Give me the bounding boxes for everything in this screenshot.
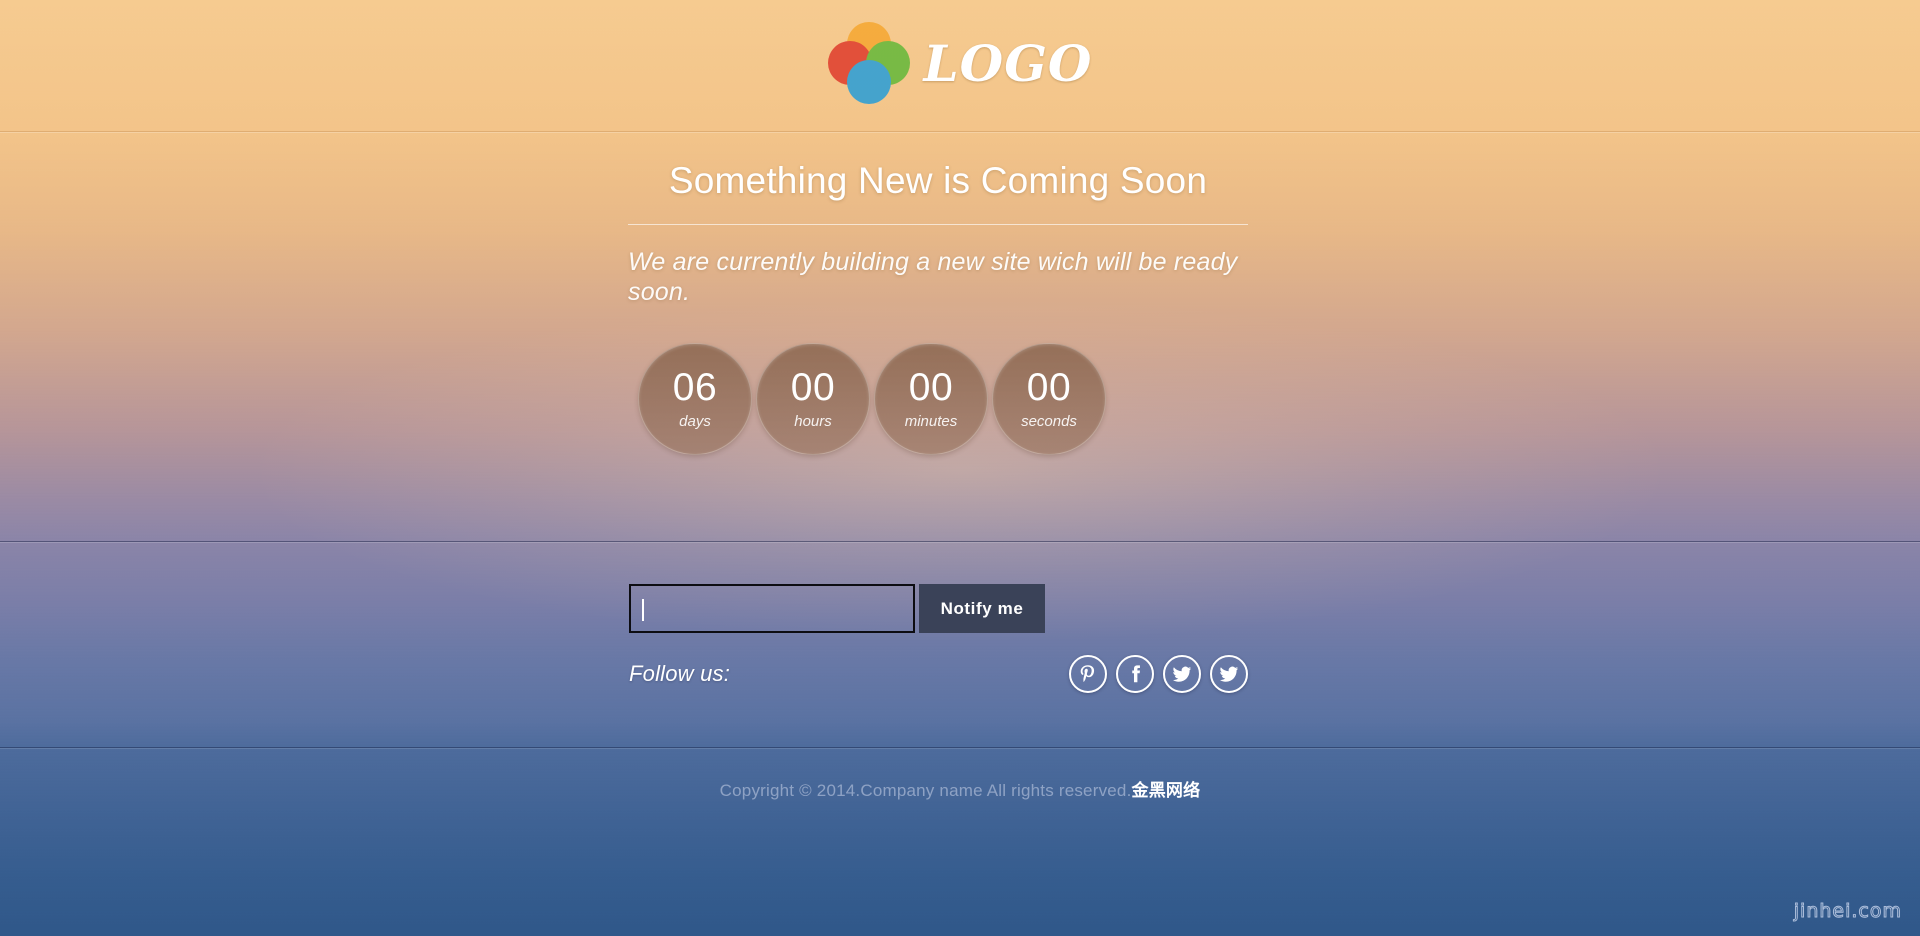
site-header: LOGO	[0, 0, 1920, 132]
facebook-icon	[1132, 665, 1140, 683]
logo[interactable]: LOGO	[827, 20, 1093, 108]
subscribe-section: Notify me Follow us:	[0, 542, 1920, 748]
notify-form: Notify me	[628, 584, 1248, 633]
twitter-icon	[1219, 666, 1239, 682]
copyright-label: Copyright © 2014.Company name All rights…	[719, 781, 1132, 800]
title-divider	[628, 224, 1248, 225]
page-subtitle: We are currently building a new site wic…	[628, 248, 1238, 306]
social-link-twitter[interactable]	[1163, 655, 1201, 693]
countdown-hours-label: hours	[794, 413, 832, 430]
countdown-seconds-label: seconds	[1021, 413, 1077, 430]
site-footer: Copyright © 2014.Company name All rights…	[0, 748, 1920, 936]
brand-name-cn: 金黑网络	[1131, 781, 1201, 801]
countdown-minutes-label: minutes	[904, 413, 958, 430]
twitter-icon	[1172, 666, 1192, 682]
text-cursor	[642, 599, 644, 621]
countdown-unit-seconds: 00 seconds	[992, 343, 1106, 455]
social-link-facebook[interactable]	[1116, 655, 1154, 693]
notify-me-button[interactable]: Notify me	[919, 584, 1045, 633]
countdown-timer: 06 days 00 hours 00 minutes 00 seconds	[628, 343, 1248, 455]
site-watermark: jinhei.com	[1793, 900, 1902, 923]
logo-text: LOGO	[923, 34, 1093, 93]
four-overlapping-circles-logo-icon	[827, 21, 910, 104]
hero-section: Something New is Coming Soon We are curr…	[0, 132, 1920, 542]
countdown-seconds-value: 00	[1026, 366, 1072, 409]
coming-soon-page: LOGO Something New is Coming Soon We are…	[0, 0, 1920, 936]
countdown-hours-value: 00	[790, 366, 836, 409]
email-input[interactable]	[629, 584, 915, 633]
social-link-twitter-alt[interactable]	[1210, 655, 1248, 693]
copyright-text: Copyright © 2014.Company name All rights…	[0, 776, 1920, 801]
social-links	[1069, 655, 1248, 693]
countdown-unit-days: 06 days	[638, 343, 752, 455]
social-link-pinterest[interactable]	[1069, 655, 1107, 693]
countdown-minutes-value: 00	[908, 366, 954, 409]
countdown-unit-minutes: 00 minutes	[874, 343, 988, 455]
countdown-days-label: days	[679, 413, 711, 430]
pinterest-icon	[1080, 665, 1095, 682]
page-title: Something New is Coming Soon	[668, 160, 1208, 201]
countdown-days-value: 06	[672, 366, 718, 409]
follow-us-label: Follow us:	[629, 661, 731, 686]
countdown-unit-hours: 00 hours	[756, 343, 870, 455]
follow-us-row: Follow us:	[628, 655, 1248, 693]
